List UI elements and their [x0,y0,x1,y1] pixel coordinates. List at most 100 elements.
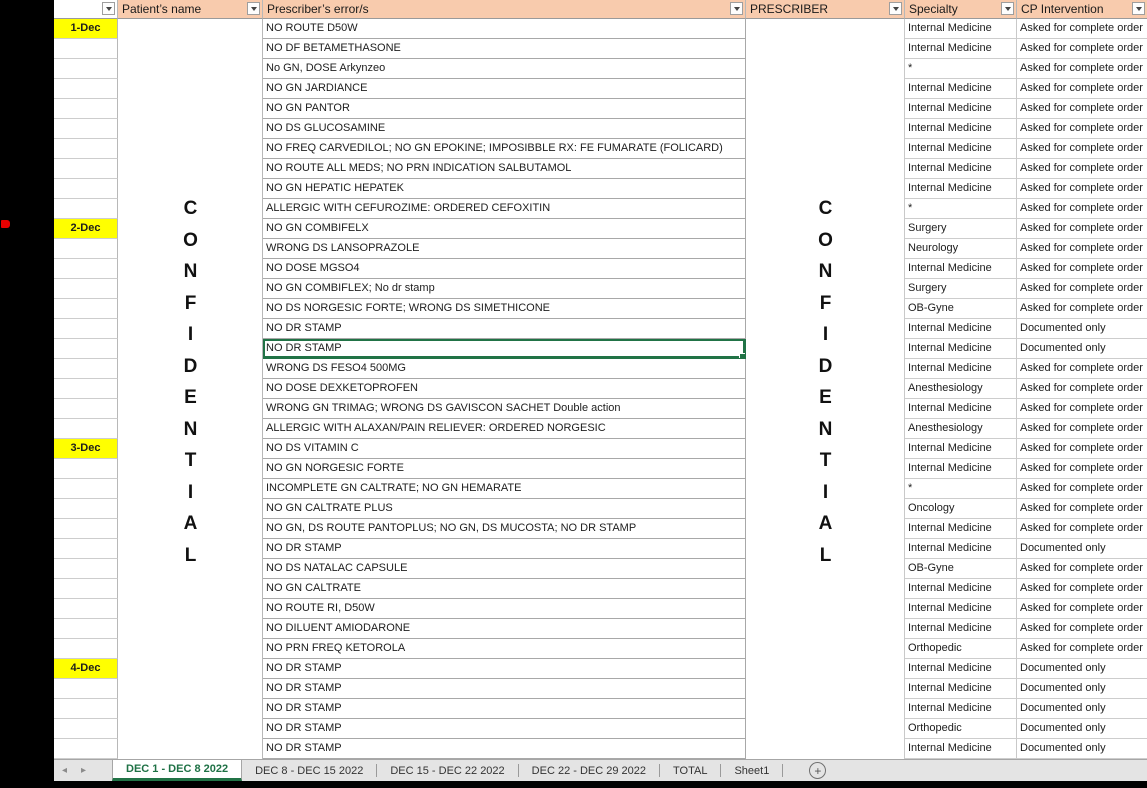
cell-specialty[interactable]: Internal Medicine [905,159,1017,179]
cell-prescriber[interactable] [746,499,905,519]
cell-specialty[interactable]: Anesthesiology [905,419,1017,439]
cell-specialty[interactable]: OB-Gyne [905,299,1017,319]
cell-prescriber-error[interactable]: NO DS NORGESIC FORTE; WRONG DS SIMETHICO… [263,299,746,319]
cell-specialty[interactable]: Surgery [905,219,1017,239]
cell-date[interactable] [54,39,118,59]
cell-prescriber[interactable] [746,739,905,759]
cell-date[interactable] [54,199,118,219]
cell-patient-name[interactable] [118,699,263,719]
cell-prescriber-error[interactable]: NO DILUENT AMIODARONE [263,619,746,639]
cell-specialty[interactable]: Internal Medicine [905,679,1017,699]
cell-prescriber[interactable] [746,159,905,179]
cell-date[interactable] [54,279,118,299]
cell-patient-name[interactable] [118,179,263,199]
cell-date[interactable] [54,319,118,339]
cell-patient-name[interactable] [118,479,263,499]
filter-dropdown-button[interactable] [247,2,260,15]
cell-prescriber[interactable] [746,699,905,719]
cell-cp-intervention[interactable]: Asked for complete order [1017,559,1147,579]
cell-cp-intervention[interactable]: Documented only [1017,539,1147,559]
cell-patient-name[interactable] [118,99,263,119]
cell-date[interactable] [54,459,118,479]
cell-cp-intervention[interactable]: Asked for complete order [1017,499,1147,519]
cell-patient-name[interactable] [118,39,263,59]
cell-specialty[interactable]: Internal Medicine [905,179,1017,199]
cell-prescriber[interactable] [746,359,905,379]
cell-date[interactable] [54,359,118,379]
cell-prescriber[interactable] [746,339,905,359]
cell-prescriber-error[interactable]: NO GN COMBIFELX [263,219,746,239]
cell-cp-intervention[interactable]: Asked for complete order [1017,139,1147,159]
cell-patient-name[interactable] [118,319,263,339]
cell-cp-intervention[interactable]: Asked for complete order [1017,119,1147,139]
cell-specialty[interactable]: Internal Medicine [905,399,1017,419]
cell-prescriber-error[interactable]: NO DR STAMP [263,659,746,679]
cell-date[interactable] [54,519,118,539]
sheet-tab-dec-15-dec-22-2022[interactable]: DEC 15 - DEC 22 2022 [377,760,517,781]
cell-specialty[interactable]: Internal Medicine [905,119,1017,139]
cell-date[interactable] [54,339,118,359]
cell-cp-intervention[interactable]: Asked for complete order [1017,459,1147,479]
cell-specialty[interactable]: Internal Medicine [905,139,1017,159]
cell-prescriber[interactable] [746,379,905,399]
cell-patient-name[interactable] [118,379,263,399]
cell-date[interactable] [54,399,118,419]
cell-specialty[interactable]: * [905,59,1017,79]
cell-specialty[interactable]: Oncology [905,499,1017,519]
cell-prescriber[interactable] [746,299,905,319]
cell-date[interactable] [54,79,118,99]
cell-prescriber[interactable] [746,279,905,299]
cell-cp-intervention[interactable]: Asked for complete order [1017,219,1147,239]
cell-date[interactable]: 1-Dec [54,19,118,39]
cell-specialty[interactable]: Internal Medicine [905,19,1017,39]
cell-specialty[interactable]: Internal Medicine [905,439,1017,459]
cell-specialty[interactable]: Surgery [905,279,1017,299]
cell-specialty[interactable]: Internal Medicine [905,359,1017,379]
cell-prescriber[interactable] [746,619,905,639]
filter-dropdown-button[interactable] [102,2,115,15]
cell-cp-intervention[interactable]: Asked for complete order [1017,59,1147,79]
cell-specialty[interactable]: * [905,479,1017,499]
cell-prescriber-error[interactable]: ALLERGIC WITH CEFUROZIME: ORDERED CEFOXI… [263,199,746,219]
cell-patient-name[interactable] [118,659,263,679]
cell-date[interactable]: 3-Dec [54,439,118,459]
cell-patient-name[interactable] [118,59,263,79]
cell-prescriber[interactable] [746,119,905,139]
cell-specialty[interactable]: Internal Medicine [905,79,1017,99]
cell-prescriber[interactable] [746,659,905,679]
filter-dropdown-button[interactable] [889,2,902,15]
cell-prescriber-error[interactable]: NO GN NORGESIC FORTE [263,459,746,479]
cell-prescriber[interactable] [746,679,905,699]
cell-specialty[interactable]: Internal Medicine [905,339,1017,359]
cell-patient-name[interactable] [118,419,263,439]
cell-prescriber-error[interactable]: NO DR STAMP [263,739,746,759]
cell-prescriber[interactable] [746,519,905,539]
cell-specialty[interactable]: Internal Medicine [905,739,1017,759]
cell-prescriber[interactable] [746,559,905,579]
cell-cp-intervention[interactable]: Asked for complete order [1017,259,1147,279]
filter-dropdown-button[interactable] [730,2,743,15]
cell-date[interactable] [54,599,118,619]
cell-date[interactable]: 4-Dec [54,659,118,679]
cell-specialty[interactable]: Orthopedic [905,639,1017,659]
cell-date[interactable] [54,299,118,319]
cell-patient-name[interactable] [118,299,263,319]
cell-prescriber[interactable] [746,39,905,59]
cell-prescriber-error[interactable]: NO GN HEPATIC HEPATEK [263,179,746,199]
cell-specialty[interactable]: Internal Medicine [905,539,1017,559]
cell-date[interactable] [54,119,118,139]
cell-date[interactable] [54,59,118,79]
cell-prescriber[interactable] [746,139,905,159]
cell-specialty[interactable]: Internal Medicine [905,519,1017,539]
cell-patient-name[interactable] [118,679,263,699]
cell-specialty[interactable]: Internal Medicine [905,39,1017,59]
cell-prescriber[interactable] [746,719,905,739]
cell-date[interactable] [54,239,118,259]
filter-dropdown-button[interactable] [1001,2,1014,15]
sheet-tab-dec-22-dec-29-2022[interactable]: DEC 22 - DEC 29 2022 [519,760,659,781]
cell-prescriber-error[interactable]: NO GN PANTOR [263,99,746,119]
cell-prescriber[interactable] [746,79,905,99]
cell-prescriber-error[interactable]: NO DS VITAMIN C [263,439,746,459]
cell-prescriber[interactable] [746,639,905,659]
cell-patient-name[interactable] [118,239,263,259]
